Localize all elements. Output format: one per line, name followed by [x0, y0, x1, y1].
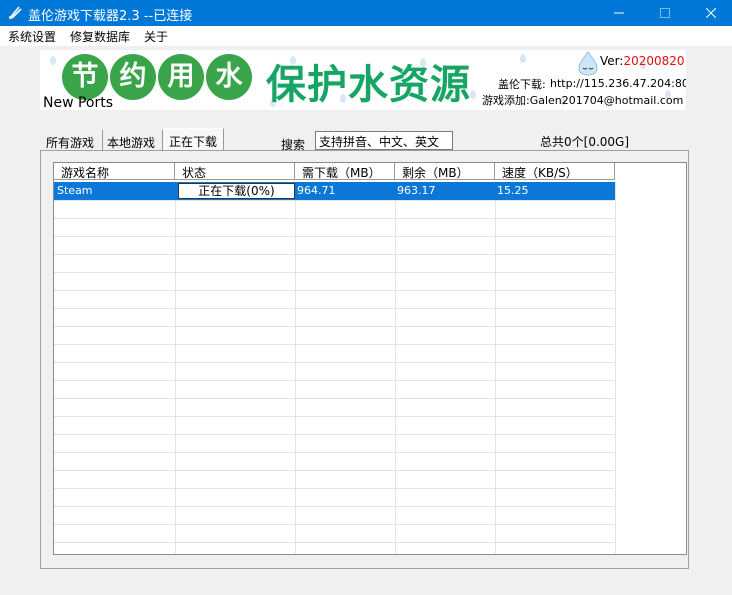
cell-status: 正在下载(0%)	[178, 183, 295, 199]
grid-line	[54, 326, 614, 327]
column-header-name[interactable]: 游戏名称	[54, 163, 175, 180]
banner-circle-char: 约	[110, 54, 156, 100]
contact-email: 游戏添加:Galen201704@hotmail.com	[482, 94, 684, 107]
tab-all-games[interactable]: 所有游戏	[42, 130, 103, 151]
grid-line	[54, 416, 614, 417]
grid-line	[54, 236, 614, 237]
grid-line	[54, 506, 614, 507]
download-label: 盖伦下载:	[498, 78, 546, 91]
grid-line	[54, 272, 614, 273]
banner-circle-char: 节	[62, 54, 108, 100]
column-header-need[interactable]: 需下载（MB）	[295, 163, 395, 180]
table-row[interactable]: Steam 正在下载(0%) 964.71 963.17 15.25	[54, 182, 615, 200]
menu-bar: 系统设置 修复数据库 关于	[0, 26, 732, 46]
column-header-speed[interactable]: 速度（KB/S）	[495, 163, 615, 180]
grid-line	[54, 218, 614, 219]
app-icon	[9, 6, 22, 19]
grid-line	[615, 181, 616, 554]
close-button[interactable]	[688, 0, 732, 26]
summary-count: 总共0个[0.00G]	[540, 135, 630, 149]
grid-line	[54, 362, 614, 363]
minimize-button[interactable]	[596, 0, 642, 26]
window-title: 盖伦游戏下载器2.3 --已连接	[28, 9, 193, 24]
menu-system-settings[interactable]: 系统设置	[8, 28, 56, 45]
close-icon	[706, 8, 716, 18]
grid-line	[54, 308, 614, 309]
grid-line	[54, 524, 614, 525]
grid-line	[54, 434, 614, 435]
cell-need-mb: 964.71	[297, 184, 336, 197]
column-header-remaining[interactable]: 剩余（MB）	[395, 163, 495, 180]
maximize-icon	[660, 8, 670, 18]
grid-line	[54, 488, 614, 489]
grid-line	[54, 344, 614, 345]
grid-line	[54, 542, 614, 543]
grid-line	[54, 380, 614, 381]
menu-about[interactable]: 关于	[144, 28, 168, 45]
cell-remaining-mb: 963.17	[397, 184, 436, 197]
download-url-link[interactable]: http://115.236.47.204:8000	[550, 77, 686, 90]
banner-ad: 节 约 用 水 保护水资源 Ver:20200820 盖伦下载: http://…	[40, 50, 686, 110]
version-label: Ver:20200820	[600, 54, 685, 68]
tab-downloading[interactable]: 正在下载	[164, 128, 224, 150]
download-table: 游戏名称 状态 需下载（MB） 剩余（MB） 速度（KB/S） Steam 正在…	[53, 162, 687, 555]
banner-circle-char: 用	[158, 54, 204, 100]
menu-repair-database[interactable]: 修复数据库	[70, 28, 130, 45]
banner-slogan: 保护水资源	[266, 62, 471, 108]
maximize-button[interactable]	[642, 0, 688, 26]
grid-line	[54, 290, 614, 291]
column-header-status[interactable]: 状态	[175, 163, 295, 180]
search-input[interactable]: 支持拼音、中文、英文	[315, 131, 453, 150]
grid-line	[54, 398, 614, 399]
grid-line	[54, 254, 614, 255]
tab-local-games[interactable]: 本地游戏	[104, 130, 163, 151]
new-ports-label: New Ports	[43, 95, 114, 111]
title-bar: 盖伦游戏下载器2.3 --已连接	[0, 0, 732, 26]
grid-line	[54, 470, 614, 471]
grid-line	[54, 200, 614, 201]
minimize-icon	[614, 12, 624, 14]
banner-circle-char: 水	[206, 54, 252, 100]
table-header: 游戏名称 状态 需下载（MB） 剩余（MB） 速度（KB/S）	[54, 163, 615, 180]
cell-game-name: Steam	[57, 184, 93, 197]
cell-speed: 15.25	[497, 184, 529, 197]
grid-line	[54, 452, 614, 453]
